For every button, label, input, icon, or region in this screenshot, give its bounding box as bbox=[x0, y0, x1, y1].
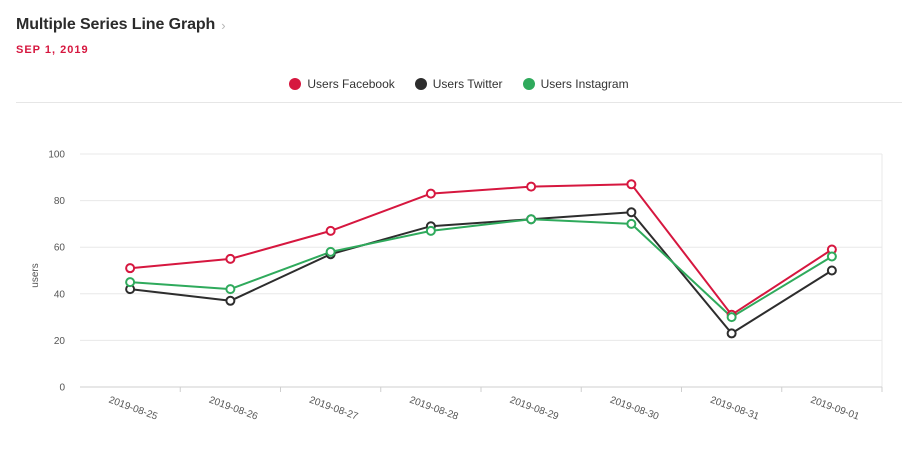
data-point-series-2 bbox=[125, 277, 136, 288]
data-point-series-0 bbox=[626, 179, 637, 190]
data-point-series-1 bbox=[626, 207, 637, 218]
x-tick-label: 2019-08-25 bbox=[107, 395, 159, 423]
page-title: Multiple Series Line Graph bbox=[16, 16, 216, 33]
y-axis-label: users bbox=[30, 263, 41, 287]
legend-dot-twitter bbox=[414, 78, 427, 90]
chart-legend: Users Facebook Users Twitter Users Insta… bbox=[0, 77, 918, 91]
chevron-right-icon[interactable]: › bbox=[221, 18, 225, 33]
line-chart: 0 20 40 60 80 100 2019-08-25 2019-08-26 2019-08-… bbox=[30, 150, 883, 423]
data-point-series-2 bbox=[826, 251, 837, 262]
date-label: SEP 1, 2019 bbox=[16, 44, 89, 56]
series-line-1 bbox=[129, 211, 833, 335]
chart-header: Multiple Series Line Graph › SEP 1, 2019 bbox=[16, 16, 902, 56]
data-point-series-2 bbox=[225, 284, 236, 295]
header-divider bbox=[16, 102, 902, 103]
data-point-series-0 bbox=[125, 263, 136, 274]
data-point-series-2 bbox=[626, 218, 637, 229]
series-line-0 bbox=[130, 183, 833, 316]
data-point-series-2 bbox=[526, 214, 537, 225]
legend-label-instagram: Users Instagram bbox=[540, 77, 629, 91]
x-tick-label: 2019-09-01 bbox=[809, 395, 861, 423]
legend-item-instagram[interactable]: Users Instagram bbox=[522, 77, 629, 91]
data-point-series-0 bbox=[425, 188, 436, 199]
legend-label-facebook: Users Facebook bbox=[307, 77, 395, 91]
legend-label-twitter: Users Twitter bbox=[432, 77, 503, 91]
data-point-series-0 bbox=[225, 253, 236, 264]
x-tick-label: 2019-08-30 bbox=[608, 395, 660, 423]
x-tick-label: 2019-08-27 bbox=[308, 395, 360, 423]
y-tick-label: 40 bbox=[54, 289, 66, 300]
x-tick-label: 2019-08-29 bbox=[508, 395, 560, 423]
data-point-series-2 bbox=[425, 225, 436, 236]
x-tick-label: 2019-08-28 bbox=[408, 395, 460, 423]
data-point-series-0 bbox=[526, 181, 537, 192]
legend-dot-facebook bbox=[289, 78, 302, 90]
y-tick-label: 0 bbox=[59, 383, 65, 394]
y-tick-label: 80 bbox=[54, 196, 66, 207]
series-line-2 bbox=[130, 218, 833, 319]
data-point-series-1 bbox=[225, 295, 236, 306]
x-tick-label: 2019-08-26 bbox=[207, 395, 259, 423]
data-point-series-1 bbox=[726, 328, 737, 339]
data-point-series-2 bbox=[726, 312, 737, 323]
y-tick-label: 60 bbox=[54, 243, 66, 254]
y-tick-label: 20 bbox=[54, 336, 66, 347]
data-point-series-2 bbox=[325, 246, 336, 257]
title-row: Multiple Series Line Graph › bbox=[16, 16, 902, 34]
x-tick-label: 2019-08-31 bbox=[709, 395, 761, 423]
legend-item-facebook[interactable]: Users Facebook bbox=[289, 77, 395, 91]
data-point-series-1 bbox=[826, 265, 837, 276]
data-point-series-0 bbox=[325, 225, 336, 236]
legend-dot-instagram bbox=[522, 78, 535, 90]
y-tick-label: 100 bbox=[48, 150, 65, 161]
legend-item-twitter[interactable]: Users Twitter bbox=[414, 77, 503, 91]
